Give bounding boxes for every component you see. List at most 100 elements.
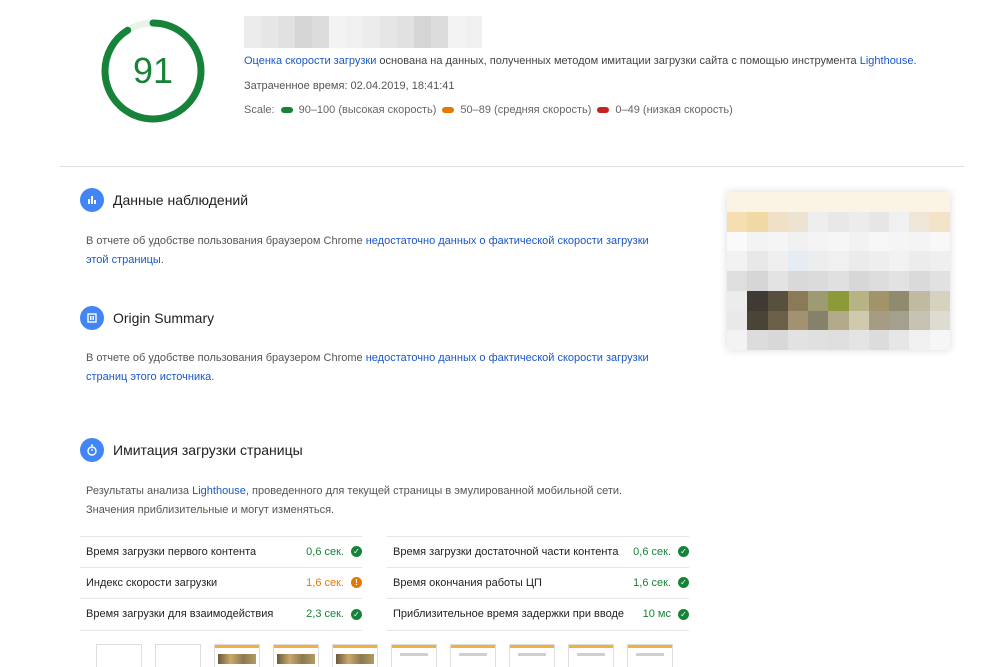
section-field-data-title: Данные наблюдений xyxy=(80,188,248,212)
thumb-pixel xyxy=(727,192,748,212)
frame-header-bar xyxy=(392,645,436,648)
thumb-pixel xyxy=(747,211,768,232)
red-dot-icon xyxy=(597,107,610,113)
thumb-pixel xyxy=(828,310,849,331)
thumb-pixel xyxy=(727,251,748,271)
origin-summary-text: В отчете об удобстве пользования браузер… xyxy=(86,352,366,364)
metrics-right-column: Время загрузки достаточной части контент… xyxy=(387,536,689,631)
thumb-pixel xyxy=(767,192,788,212)
metric-label: Время загрузки первого контента xyxy=(86,545,257,558)
metric-value-text: 0,6 сек. xyxy=(633,545,671,558)
filmstrip-frame xyxy=(450,644,496,667)
thumb-pixel xyxy=(828,211,849,232)
thumb-pixel xyxy=(929,231,950,252)
origin-summary-end: . xyxy=(211,371,215,383)
thumb-pixel xyxy=(747,310,768,331)
thumb-pixel xyxy=(828,231,849,252)
thumb-pixel xyxy=(868,192,890,212)
filmstrip-frame xyxy=(391,644,437,667)
blur-pixel xyxy=(431,32,448,48)
metric-row: Время окончания работы ЦП 1,6 сек. ✓ xyxy=(387,568,689,599)
metric-label: Индекс скорости загрузки xyxy=(86,576,218,589)
score-description: Оценка скорости загрузки основана на дан… xyxy=(244,55,917,67)
field-data-link-part1: недостаточно данных о фактической скорос… xyxy=(365,235,649,247)
thumb-pixel xyxy=(909,271,930,291)
thumb-pixel xyxy=(808,211,829,232)
thumb-pixel xyxy=(727,290,748,311)
thumb-pixel xyxy=(848,211,869,232)
lab-data-text-b: , проведенного для текущей страницы в эм… xyxy=(245,485,623,497)
thumb-pixel xyxy=(828,290,849,311)
thumb-pixel xyxy=(909,211,930,232)
thumb-pixel xyxy=(747,330,768,350)
thumb-pixel xyxy=(909,290,930,311)
section-lab-data-title: Имитация загрузки страницы xyxy=(80,438,303,462)
field-data-link-part2: этой страницы xyxy=(86,254,161,266)
thumb-pixel xyxy=(787,310,809,331)
thumb-pixel xyxy=(787,192,809,212)
thumb-pixel xyxy=(787,231,809,252)
metric-label: Время загрузки достаточной части контент… xyxy=(393,545,619,558)
blur-pixel xyxy=(414,32,431,48)
metric-value-text: 1,6 сек. xyxy=(306,576,344,589)
scale-average-label: 50–89 (средняя скорость) xyxy=(460,104,592,116)
thumb-pixel xyxy=(808,251,829,271)
blur-pixel xyxy=(363,32,380,48)
metric-row: Время загрузки для взаимодействия 2,3 сек… xyxy=(80,599,362,631)
check-icon: ✓ xyxy=(351,546,362,558)
scale-fast-label: 90–100 (высокая скорость) xyxy=(298,104,437,116)
thumb-pixel xyxy=(868,231,890,252)
thumb-pixel xyxy=(808,330,829,350)
section-origin-summary-body: В отчете об удобстве пользования браузер… xyxy=(86,349,686,387)
speed-score-link[interactable]: Оценка скорости загрузки xyxy=(244,55,376,67)
thumb-pixel xyxy=(828,271,849,291)
thumb-pixel xyxy=(767,251,788,271)
frame-header-bar xyxy=(274,645,318,648)
score-gauge: 91 xyxy=(100,18,206,124)
blur-pixel xyxy=(329,32,346,48)
thumb-pixel xyxy=(727,211,748,232)
blur-pixel xyxy=(431,16,448,32)
thumb-pixel xyxy=(767,231,788,252)
thumb-pixel xyxy=(848,330,869,350)
blur-pixel xyxy=(329,16,346,32)
thumb-pixel xyxy=(909,310,930,331)
blur-pixel xyxy=(295,32,312,48)
thumb-pixel xyxy=(808,290,829,311)
thumb-pixel xyxy=(787,271,809,291)
filmstrip-frame xyxy=(96,644,142,667)
frame-content xyxy=(400,653,428,656)
metric-label: Время окончания работы ЦП xyxy=(393,576,542,589)
lab-data-text-a: Результаты анализа xyxy=(86,485,193,497)
blur-pixel xyxy=(278,16,295,32)
thumb-pixel xyxy=(889,192,910,212)
thumb-pixel xyxy=(848,290,869,311)
metric-row: Приблизительное время задержки при вводе… xyxy=(387,599,689,631)
lab-data-disclaimer: Значения приблизительные и могут изменят… xyxy=(86,504,335,516)
thumb-pixel xyxy=(889,330,910,350)
blur-pixel xyxy=(278,32,295,48)
thumb-pixel xyxy=(929,251,950,271)
thumb-pixel xyxy=(828,192,849,212)
score-value: 91 xyxy=(132,50,174,91)
check-icon: ✓ xyxy=(678,608,689,620)
blur-pixel xyxy=(261,16,278,32)
thumb-pixel xyxy=(747,192,768,212)
metric-label: Приблизительное время задержки при вводе xyxy=(393,608,624,621)
lab-lighthouse-link[interactable]: Lighthouse xyxy=(192,485,246,497)
warning-icon: ! xyxy=(351,577,362,589)
lighthouse-link[interactable]: Lighthouse xyxy=(860,55,914,67)
thumb-pixel xyxy=(747,271,768,291)
blur-pixel xyxy=(244,16,261,32)
origin-summary-link-part2: страниц этого источника xyxy=(86,371,212,383)
thumb-pixel xyxy=(787,330,809,350)
thumb-pixel xyxy=(909,192,930,212)
blur-pixel xyxy=(346,16,363,32)
section-lab-data-body: Результаты анализа Lighthouse, проведенн… xyxy=(86,482,686,520)
metric-value: 0,6 сек. ✓ xyxy=(633,546,689,558)
blur-pixel xyxy=(346,32,363,48)
thumb-pixel xyxy=(929,330,950,350)
frame-content xyxy=(336,654,374,664)
thumb-pixel xyxy=(747,251,768,271)
thumb-pixel xyxy=(929,211,950,232)
